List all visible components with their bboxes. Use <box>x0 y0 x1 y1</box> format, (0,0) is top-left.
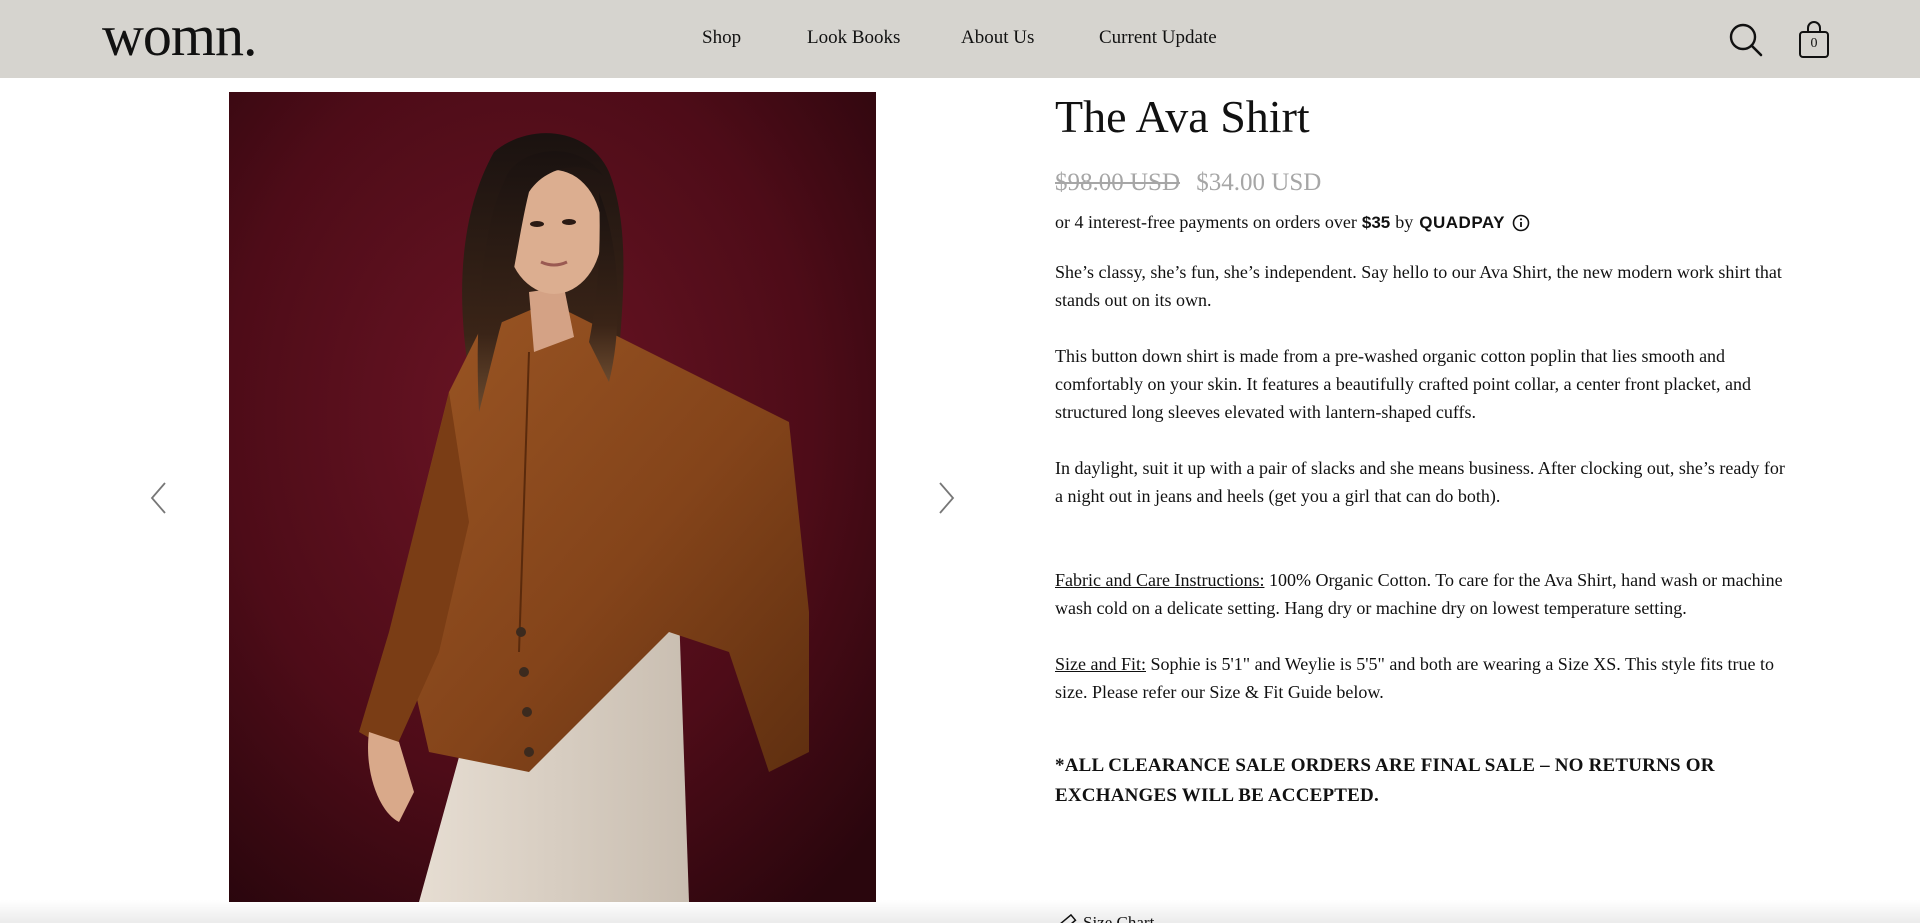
product-title: The Ava Shirt <box>1055 91 1310 142</box>
cart-button[interactable]: 0 <box>1798 21 1830 59</box>
original-price: $98.00 USD <box>1055 169 1181 196</box>
cart-count: 0 <box>1810 36 1818 51</box>
quadpay-logo: QUADPAY <box>1419 212 1505 232</box>
nav-item-about-us[interactable]: About Us <box>961 27 1034 49</box>
quadpay-banner: or 4 interest-free payments on orders ov… <box>1055 212 1785 233</box>
description-paragraph: She’s classy, she’s fun, she’s independe… <box>1055 262 1782 310</box>
final-sale-notice: *ALL CLEARANCE SALE ORDERS ARE FINAL SAL… <box>1055 755 1715 806</box>
nav-item-current-update[interactable]: Current Update <box>1099 27 1217 49</box>
gallery-prev-button[interactable] <box>147 480 171 516</box>
gallery-next-button[interactable] <box>934 480 958 516</box>
product-image[interactable] <box>229 92 876 902</box>
fabric-care: Fabric and Care Instructions: 100% Organ… <box>1055 566 1785 622</box>
fabric-care-label: Fabric and Care Instructions: <box>1055 570 1265 590</box>
site-header: womn. Shop Look Books About Us Current U… <box>0 0 1920 78</box>
price-row: $98.00 USD $34.00 USD <box>1055 169 1785 197</box>
product-photo-illustration <box>229 92 876 902</box>
size-fit-label: Size and Fit: <box>1055 654 1146 674</box>
search-button[interactable] <box>1728 22 1764 58</box>
chevron-right-icon <box>939 482 955 514</box>
product-info: The Ava Shirt $98.00 USD $34.00 USD or 4… <box>1055 88 1785 811</box>
info-circle-icon[interactable] <box>1512 214 1530 232</box>
size-fit: Size and Fit: Sophie is 5'1" and Weylie … <box>1055 650 1785 706</box>
bottom-shadow <box>0 900 1920 923</box>
ruler-icon <box>1056 913 1077 923</box>
quadpay-by: by <box>1395 212 1414 232</box>
size-fit-text: Sophie is 5'1" and Weylie is 5'5" and bo… <box>1055 654 1774 702</box>
quadpay-text: or 4 interest-free payments on orders ov… <box>1055 212 1357 232</box>
size-chart-label: Size Chart <box>1083 913 1155 923</box>
size-chart-link[interactable]: Size Chart <box>1055 912 1154 923</box>
chevron-left-icon <box>150 482 166 514</box>
quadpay-amount: $35 <box>1361 212 1391 232</box>
search-icon <box>1729 23 1763 57</box>
description-paragraph: This button down shirt is made from a pr… <box>1055 346 1752 422</box>
nav-item-look-books[interactable]: Look Books <box>807 27 900 49</box>
sale-price: $34.00 USD <box>1196 169 1322 196</box>
main-nav: Shop Look Books About Us Current Update <box>0 0 1920 78</box>
nav-item-shop[interactable]: Shop <box>702 27 741 49</box>
description-paragraph: In daylight, suit it up with a pair of s… <box>1055 458 1785 506</box>
